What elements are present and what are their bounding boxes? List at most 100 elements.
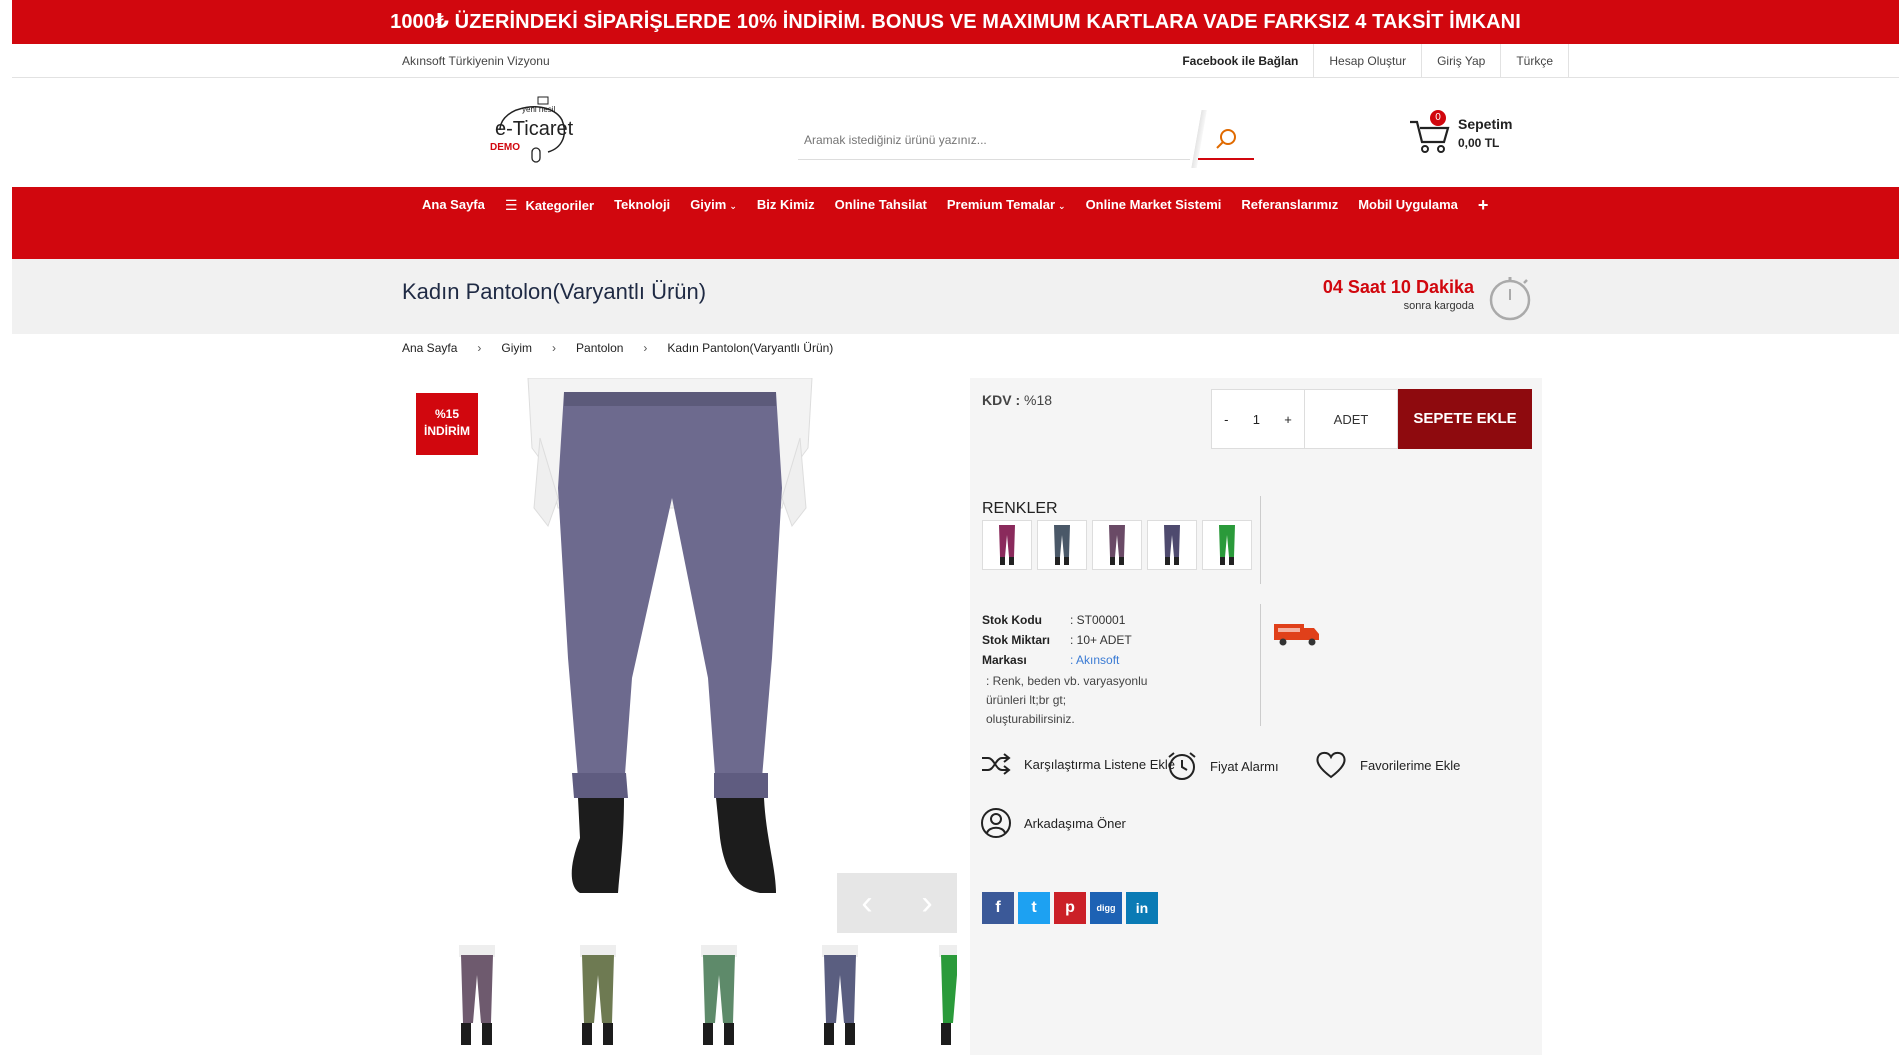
- nav-label: Mobil Uygulama: [1358, 197, 1458, 212]
- divider: [1260, 604, 1261, 726]
- discount-label: İNDİRİM: [424, 424, 470, 438]
- nav-item-mobile-app[interactable]: Mobil Uygulama: [1348, 187, 1468, 223]
- shipping-subtext: sonra kargoda: [1403, 300, 1474, 312]
- slider-next-button[interactable]: ›: [897, 873, 957, 933]
- color-swatch[interactable]: [1202, 520, 1252, 570]
- product-thumbnail[interactable]: [558, 945, 638, 1055]
- cart-amount: 0,00 TL: [1458, 136, 1500, 150]
- main-nav: Ana Sayfa ☰ Kategoriler Teknoloji Giyim ⌄ …: [12, 187, 1899, 259]
- color-swatch[interactable]: [982, 520, 1032, 570]
- site-header: yeni nesil e-Ticaret DEMO 0 Sepetim 0,00…: [12, 78, 1899, 187]
- account-links: Facebook ile Bağlan Hesap Oluştur Giriş …: [1167, 44, 1899, 78]
- logo-demo: DEMO: [490, 142, 520, 153]
- color-swatch[interactable]: [1037, 520, 1087, 570]
- brand-label: Markası: [982, 653, 1027, 667]
- language-selector[interactable]: Türkçe: [1500, 44, 1569, 78]
- page: 1000₺ ÜZERİNDEKİ SİPARİŞLERDE 10% İNDİRİ…: [0, 0, 1899, 1055]
- logo-title: e-Ticaret: [495, 118, 574, 140]
- cart-widget[interactable]: 0 Sepetim 0,00 TL: [1408, 110, 1548, 160]
- search-button[interactable]: [1198, 120, 1254, 160]
- color-swatch[interactable]: [1092, 520, 1142, 570]
- tax-value: %18: [1024, 392, 1053, 408]
- pinterest-share-button[interactable]: p: [1054, 892, 1086, 924]
- breadcrumb-separator: ›: [477, 341, 482, 355]
- stopwatch-icon: [1489, 277, 1531, 321]
- stock-code-label: Stok Kodu: [982, 613, 1042, 627]
- nav-label: Online Market Sistemi: [1085, 197, 1222, 212]
- nav-item-premium-themes[interactable]: Premium Temalar ⌄: [937, 187, 1076, 223]
- nav-item-references[interactable]: Referanslarımız: [1231, 187, 1348, 223]
- image-slider-controls: ‹ ›: [837, 873, 957, 933]
- search-input[interactable]: [798, 120, 1190, 160]
- unit-selector[interactable]: ADET: [1305, 389, 1398, 449]
- twitter-share-button[interactable]: t: [1018, 892, 1050, 924]
- heart-icon: [1316, 751, 1346, 779]
- shipping-time: 04 Saat 10 Dakika: [1322, 277, 1474, 297]
- discount-percent: %15: [434, 407, 460, 421]
- breadcrumb-current: Kadın Pantolon(Varyantlı Ürün): [667, 341, 834, 355]
- facebook-share-button[interactable]: f: [982, 892, 1014, 924]
- alarm-clock-icon: [1168, 752, 1196, 780]
- digg-share-button[interactable]: digg: [1090, 892, 1122, 924]
- breadcrumb-item[interactable]: Giyim: [501, 341, 532, 355]
- product-thumbnail[interactable]: [437, 945, 517, 1055]
- product-thumbnail[interactable]: [800, 945, 880, 1055]
- slider-prev-button[interactable]: ‹: [837, 873, 897, 933]
- product-thumbnail[interactable]: [679, 945, 759, 1055]
- nav-item-online-payment[interactable]: Online Tahsilat: [825, 187, 937, 223]
- favorites-action[interactable]: Favorilerime Ekle: [1314, 750, 1460, 780]
- nav-label: Ana Sayfa: [422, 197, 485, 212]
- product-details-panel: KDV : %18 - 1 + ADET SEPETE EKLE RENKLER…: [970, 378, 1542, 1055]
- stock-code-value: : ST00001: [1070, 613, 1126, 627]
- linkedin-share-button[interactable]: in: [1126, 892, 1158, 924]
- search-bar: [798, 110, 1254, 168]
- nav-item-technology[interactable]: Teknoloji: [604, 187, 680, 223]
- breadcrumb-item[interactable]: Ana Sayfa: [402, 341, 457, 355]
- color-swatches: [982, 520, 1252, 570]
- site-logo[interactable]: yeni nesil e-Ticaret DEMO: [470, 90, 580, 170]
- nav-item-market-system[interactable]: Online Market Sistemi: [1076, 187, 1232, 223]
- shuffle-icon: [982, 753, 1011, 775]
- divider: [1260, 496, 1261, 584]
- nav-item-about[interactable]: Biz Kimiz: [747, 187, 825, 223]
- shipping-countdown: 04 Saat 10 Dakika sonra kargoda: [1304, 277, 1474, 312]
- recommend-action[interactable]: Arkadaşıma Öner: [980, 807, 1126, 839]
- nav-item-categories[interactable]: ☰ Kategoriler: [495, 187, 604, 223]
- brand-link[interactable]: : Akınsoft: [1070, 650, 1119, 670]
- nav-item-home[interactable]: Ana Sayfa: [412, 187, 495, 223]
- color-swatch[interactable]: [1147, 520, 1197, 570]
- nav-label: Teknoloji: [614, 197, 671, 212]
- tagline: Akınsoft Türkiyenin Vizyonu: [402, 54, 550, 68]
- product-info-table: Stok Kodu : ST00001 Stok Miktarı : 10+ ADE…: [982, 610, 1152, 729]
- breadcrumb-item[interactable]: Pantolon: [576, 341, 623, 355]
- quantity-value[interactable]: 1: [1253, 412, 1260, 427]
- search-icon: [1216, 129, 1236, 149]
- nav-label: Premium Temalar: [946, 197, 1056, 212]
- quantity-increase-button[interactable]: +: [1284, 412, 1292, 427]
- login-link[interactable]: Giriş Yap: [1421, 44, 1500, 78]
- menu-icon: ☰: [504, 197, 518, 213]
- stock-qty-label: Stok Miktarı: [982, 633, 1051, 647]
- compare-action[interactable]: Karşılaştırma Listene Ekle: [980, 750, 1175, 778]
- product-description: : Renk, beden vb. varyasyonlu ürünleri l…: [986, 674, 1148, 726]
- product-thumbnail[interactable]: [917, 945, 957, 1055]
- page-title: Kadın Pantolon(Varyantlı Ürün): [402, 279, 707, 304]
- stock-qty-value: : 10+ ADET: [1070, 633, 1132, 647]
- recommend-label: Arkadaşıma Öner: [1024, 815, 1126, 831]
- logo-tagline: yeni nesil: [522, 105, 556, 114]
- price-alarm-action[interactable]: Fiyat Alarmı: [1166, 750, 1279, 782]
- nav-item-clothing[interactable]: Giyim ⌄: [680, 187, 747, 223]
- cart-count-badge: 0: [1430, 110, 1446, 126]
- facebook-connect-link[interactable]: Facebook ile Bağlan: [1167, 44, 1313, 78]
- quantity-decrease-button[interactable]: -: [1224, 412, 1228, 427]
- nav-label: Kategoriler: [525, 198, 595, 213]
- register-link[interactable]: Hesap Oluştur: [1313, 44, 1421, 78]
- breadcrumb: Ana Sayfa › Giyim › Pantolon › Kadın Pan…: [402, 341, 833, 355]
- promo-banner: 1000₺ ÜZERİNDEKİ SİPARİŞLERDE 10% İNDİRİ…: [12, 0, 1899, 44]
- top-links-bar: Akınsoft Türkiyenin Vizyonu Facebook ile…: [12, 44, 1899, 78]
- nav-label: Giyim: [690, 197, 727, 212]
- product-main-image[interactable]: [520, 378, 820, 933]
- nav-more-button[interactable]: +: [1468, 187, 1499, 223]
- quantity-stepper: - 1 +: [1211, 389, 1305, 449]
- add-to-cart-button[interactable]: SEPETE EKLE: [1398, 389, 1532, 449]
